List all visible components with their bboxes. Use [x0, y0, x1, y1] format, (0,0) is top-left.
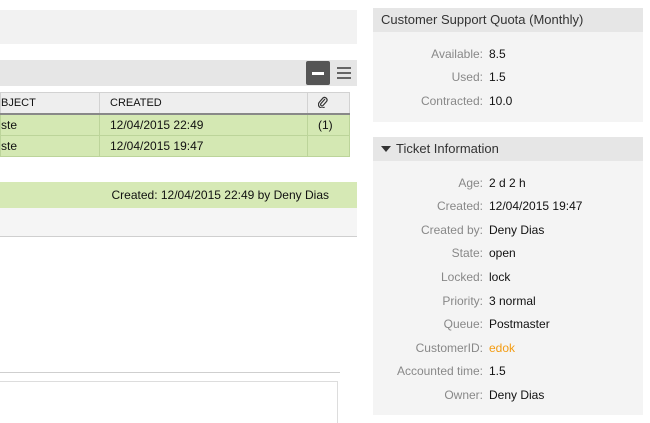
quota-title: Customer Support Quota (Monthly): [373, 8, 643, 32]
table-row[interactable]: ste 12/04/2015 22:49 (1): [0, 113, 350, 136]
article-body-frame: [0, 381, 338, 423]
row-subject[interactable]: ste: [0, 113, 100, 136]
created-value: 12/04/2015 19:47: [489, 199, 583, 213]
available-label: Available:: [431, 47, 483, 61]
state-label: State:: [451, 246, 483, 260]
used-value: 1.5: [489, 70, 506, 84]
row-created[interactable]: 12/04/2015 19:47: [99, 135, 308, 157]
created-by-value: Deny Dias: [489, 223, 545, 237]
article-toolbar: [0, 208, 357, 237]
queue-label: Queue:: [443, 317, 483, 331]
locked-value: lock: [489, 270, 511, 284]
info-row-owner: Owner: Deny Dias: [373, 385, 643, 405]
article-meta: Created: 12/04/2015 22:49 by Deny Dias: [111, 188, 329, 202]
customer-link[interactable]: edok: [489, 338, 515, 358]
quota-widget: Customer Support Quota (Monthly) Availab…: [373, 8, 643, 122]
state-value: open: [489, 246, 516, 260]
row-subject[interactable]: ste: [0, 135, 100, 157]
owner-label: Owner:: [444, 388, 483, 402]
info-row-accounted: Accounted time: 1.5: [373, 361, 643, 381]
contracted-value: 10.0: [489, 94, 513, 108]
article-table: BJECT CREATED ste 12/04/2015 22:49 (1) s…: [0, 92, 350, 157]
info-row-state: State: open: [373, 243, 643, 263]
info-row-created: Created: 12/04/2015 19:47: [373, 196, 643, 216]
top-panel: [0, 10, 357, 44]
customer-label: CustomerID:: [415, 341, 483, 355]
accounted-value: 1.5: [489, 364, 506, 378]
priority-label: Priority:: [442, 294, 483, 308]
paperclip-icon: [317, 96, 328, 109]
quota-contracted-row: Contracted: 10.0: [373, 91, 643, 111]
column-created[interactable]: CREATED: [99, 92, 308, 115]
owner-value: Deny Dias: [489, 388, 545, 402]
age-label: Age:: [458, 176, 483, 190]
created-by-label: Created by:: [420, 223, 483, 237]
triangle-down-icon: [381, 145, 391, 152]
accounted-label: Accounted time:: [396, 364, 483, 378]
info-row-created-by: Created by: Deny Dias: [373, 220, 643, 240]
ticket-info-toggle[interactable]: Ticket Information: [373, 137, 643, 161]
ticket-info-title: Ticket Information: [396, 141, 499, 156]
table-row[interactable]: ste 12/04/2015 19:47: [0, 135, 350, 157]
collapse-icon[interactable]: [306, 61, 330, 85]
menu-icon[interactable]: [337, 66, 351, 80]
available-value: 8.5: [489, 47, 506, 61]
divider: [0, 372, 340, 373]
info-row-locked: Locked: lock: [373, 267, 643, 287]
info-row-age: Age: 2 d 2 h: [373, 173, 643, 193]
locked-label: Locked:: [440, 270, 483, 284]
info-row-customer: CustomerID: edok: [373, 338, 643, 358]
age-value: 2 d 2 h: [489, 176, 526, 190]
queue-value: Postmaster: [489, 317, 550, 331]
contracted-label: Contracted:: [420, 94, 483, 108]
quota-used-row: Used: 1.5: [373, 67, 643, 87]
ticket-info-widget: Ticket Information Age: 2 d 2 h Created: 1…: [373, 137, 643, 415]
created-label: Created:: [436, 199, 483, 213]
row-created[interactable]: 12/04/2015 22:49: [99, 113, 308, 136]
used-label: Used:: [451, 70, 483, 84]
column-attachments[interactable]: [307, 92, 350, 115]
quota-available-row: Available: 8.5: [373, 44, 643, 64]
column-subject[interactable]: BJECT: [0, 92, 100, 115]
info-row-queue: Queue: Postmaster: [373, 314, 643, 334]
priority-value: 3 normal: [489, 294, 536, 308]
row-attachments[interactable]: (1): [307, 113, 350, 136]
info-row-priority: Priority: 3 normal: [373, 291, 643, 311]
article-header: Created: 12/04/2015 22:49 by Deny Dias: [0, 182, 357, 208]
row-attachments[interactable]: [307, 135, 350, 157]
article-list-header: [0, 60, 357, 86]
